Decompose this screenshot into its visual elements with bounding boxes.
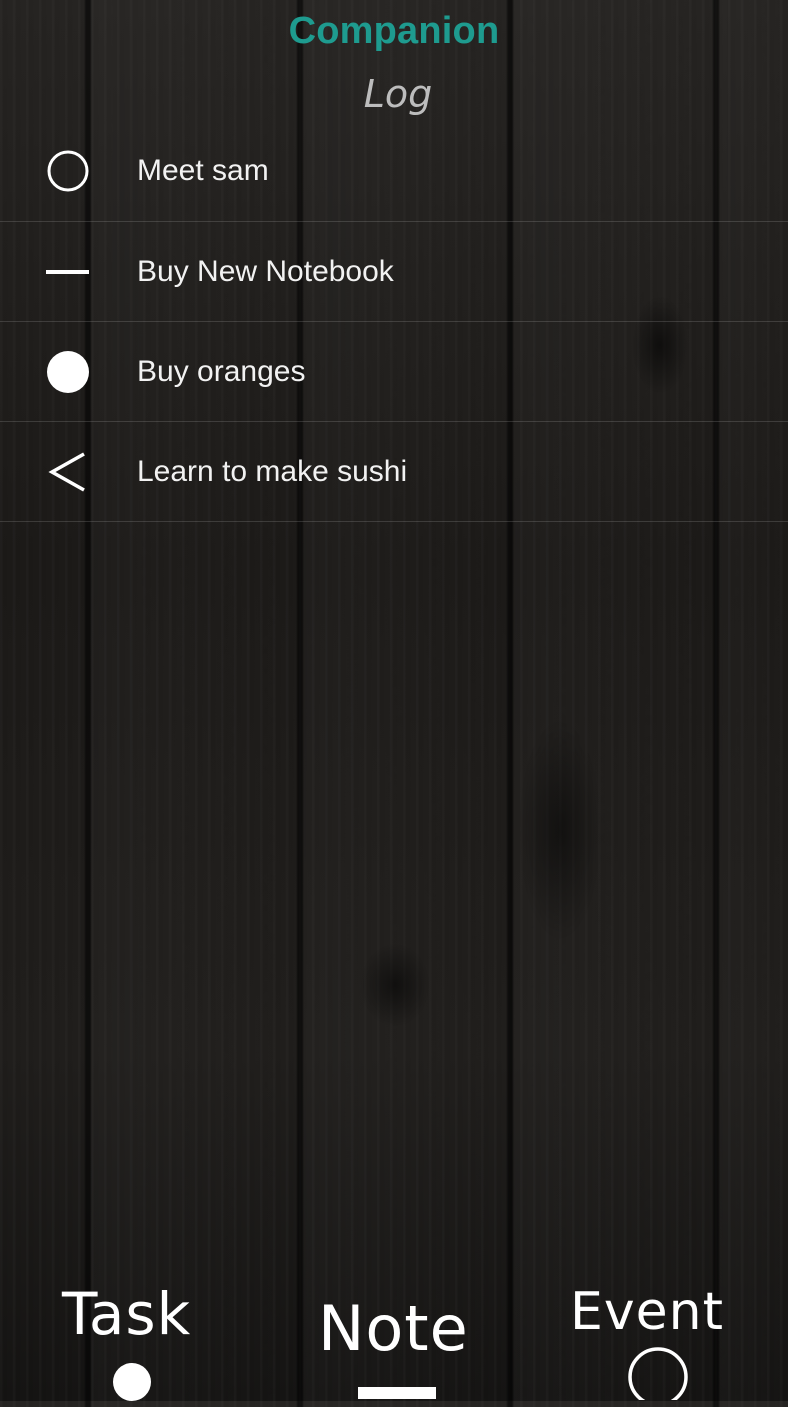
page-subtitle: Log (363, 72, 433, 116)
open-circle-icon (46, 149, 90, 193)
log-list: Meet sam Buy New Notebook Buy oranges Le… (0, 120, 788, 522)
less-than-icon (46, 450, 90, 494)
log-item[interactable]: Buy New Notebook (0, 222, 788, 322)
open-circle-icon (627, 1346, 689, 1407)
log-item[interactable]: Meet sam (0, 120, 788, 222)
app-title: Companion (288, 10, 500, 52)
note-button[interactable]: Note (300, 1270, 490, 1401)
dash-icon (358, 1386, 436, 1404)
event-button[interactable]: Event (560, 1270, 760, 1407)
log-item[interactable]: Buy oranges (0, 322, 788, 422)
log-item-label: Buy New Notebook (137, 254, 394, 288)
log-item-label: Learn to make sushi (137, 454, 408, 488)
log-item[interactable]: Learn to make sushi (0, 422, 788, 522)
log-item-label: Meet sam (137, 153, 269, 187)
filled-circle-icon (46, 350, 90, 394)
filled-circle-icon (112, 1362, 152, 1407)
log-item-label: Buy oranges (137, 354, 306, 388)
dash-icon (46, 250, 90, 294)
task-button[interactable]: Task (40, 1270, 230, 1401)
event-label: Event (570, 1282, 724, 1342)
bottom-nav: Task Note Event (0, 1270, 788, 1407)
note-label: Note (318, 1292, 469, 1365)
task-label: Task (62, 1280, 192, 1348)
